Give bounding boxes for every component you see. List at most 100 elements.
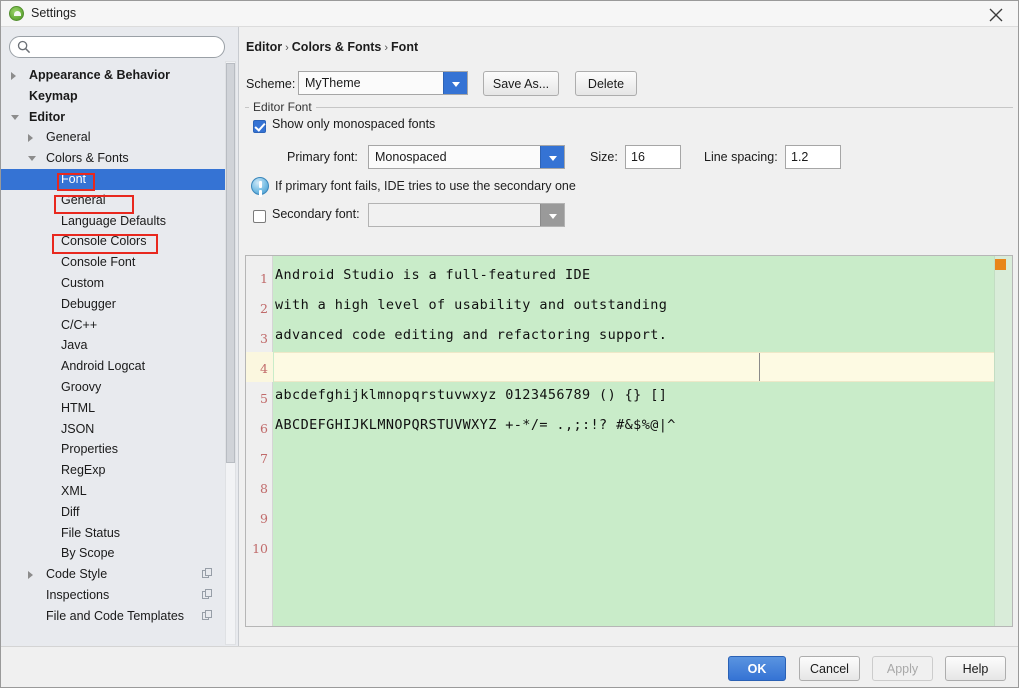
settings-sidebar: Appearance & Behavior Keymap Editor General… (1, 27, 239, 647)
copy-settings-icon[interactable] (202, 568, 213, 579)
line-spacing-value: 1.2 (791, 150, 809, 164)
font-size-field[interactable]: 16 (625, 145, 681, 169)
sidebar-item-label: Keymap (29, 88, 78, 103)
scheme-label: Scheme: (246, 77, 296, 91)
secondary-font-hint: If primary font fails, IDE tries to use … (275, 179, 576, 193)
code-line: Android Studio is a full-featured IDE (274, 262, 1012, 292)
sidebar-item-console-colors[interactable]: Console Colors (1, 231, 225, 252)
info-icon (251, 177, 269, 195)
show-monospaced-checkbox[interactable] (253, 120, 266, 133)
line-number: 8 (260, 481, 268, 496)
copy-settings-icon[interactable] (202, 609, 213, 621)
sidebar-item-console-font[interactable]: Console Font (1, 252, 225, 273)
caret-line-highlight (274, 352, 1012, 382)
chevron-down-icon[interactable] (11, 114, 19, 120)
copy-settings-icon[interactable] (202, 589, 213, 600)
secondary-font-checkbox[interactable] (253, 210, 266, 223)
sidebar-item-inspections[interactable]: Inspections (1, 585, 225, 606)
apply-button: Apply (872, 656, 933, 681)
size-label: Size: (590, 150, 618, 164)
secondary-font-combobox[interactable] (368, 203, 565, 227)
search-box[interactable] (9, 36, 225, 58)
line-number: 7 (260, 451, 268, 466)
search-input[interactable] (9, 36, 225, 58)
sidebar-item-custom[interactable]: Custom (1, 273, 225, 294)
scheme-combobox[interactable]: MyTheme (298, 71, 468, 95)
font-preview-pane[interactable]: 1 2 3 4 5 6 7 8 9 10 Android Studio is a full-fea… (245, 255, 1013, 627)
sidebar-item-file-status[interactable]: File Status (1, 523, 225, 544)
sidebar-item-font[interactable]: Font (1, 169, 225, 190)
sidebar-item-file-and-code-templates[interactable]: File and Code Templates (1, 606, 225, 627)
sidebar-item-xml[interactable]: XML (1, 481, 225, 502)
line-number: 5 (260, 391, 268, 406)
chevron-right-icon[interactable] (11, 72, 16, 80)
sidebar-item-general[interactable]: General (1, 127, 225, 148)
sidebar-item-label: Console Colors (61, 234, 147, 249)
sidebar-item-label: C/C++ (61, 317, 98, 332)
breadcrumb: Editor › Colors & Fonts › Font (246, 40, 418, 54)
help-button[interactable]: Help (945, 656, 1006, 681)
sidebar-item-language-defaults[interactable]: Language Defaults (1, 211, 225, 232)
android-studio-icon (9, 6, 24, 21)
chevron-right-icon[interactable] (28, 134, 33, 143)
primary-font-combobox[interactable]: Monospaced (368, 145, 565, 169)
sidebar-scrollbar-thumb[interactable] (226, 63, 235, 463)
sidebar-item-debugger[interactable]: Debugger (1, 294, 225, 315)
sidebar-item-label: Console Font (61, 255, 136, 270)
sidebar-item-properties[interactable]: Properties (1, 439, 225, 460)
editor-font-group: Editor Font Show only monospaced fonts P… (245, 100, 1013, 240)
sidebar-item-label: Java (61, 338, 88, 353)
sidebar-item-label: Colors & Fonts (46, 151, 129, 166)
sidebar-item-appearance-behavior[interactable]: Appearance & Behavior (1, 65, 225, 86)
close-button[interactable] (974, 1, 1018, 26)
sidebar-item-colors-fonts[interactable]: Colors & Fonts (1, 148, 225, 169)
error-stripe-track[interactable] (994, 256, 1012, 626)
sidebar-item-groovy[interactable]: Groovy (1, 377, 225, 398)
sidebar-item-label: Editor (29, 109, 66, 124)
chevron-down-icon[interactable] (28, 156, 36, 162)
code-line: abcdefghijklmnopqrstuvwxyz 0123456789 ()… (274, 382, 1012, 412)
sidebar-item-json[interactable]: JSON (1, 419, 225, 440)
save-as-button[interactable]: Save As... (483, 71, 559, 96)
chevron-down-icon[interactable] (540, 146, 564, 168)
sidebar-item-label: Custom (61, 276, 105, 290)
font-size-value: 16 (631, 150, 645, 164)
sidebar-item-keymap[interactable]: Keymap (1, 86, 225, 107)
breadcrumb-item: Font (391, 40, 419, 54)
sidebar-item-diff[interactable]: Diff (1, 502, 225, 523)
line-spacing-field[interactable]: 1.2 (785, 145, 841, 169)
sidebar-item-code-style[interactable]: Code Style (1, 564, 225, 585)
delete-button[interactable]: Delete (575, 71, 637, 96)
window-title: Settings (31, 6, 77, 20)
main-panel: Editor › Colors & Fonts › Font Scheme: MyThe… (240, 27, 1018, 647)
sidebar-item-label: General (46, 130, 91, 145)
line-number: 3 (260, 331, 268, 346)
ok-button[interactable]: OK (728, 656, 786, 681)
line-number: 10 (252, 541, 268, 556)
sidebar-item-general[interactable]: General (1, 190, 225, 211)
sidebar-item-label: Diff (61, 504, 80, 519)
code-line-text: ABCDEFGHIJKLMNOPQRSTUVWXYZ +-*/= .,;:!? … (275, 417, 676, 433)
breadcrumb-item[interactable]: Colors & Fonts (292, 40, 382, 54)
chevron-down-icon[interactable] (443, 72, 467, 94)
error-stripe-marker[interactable] (995, 259, 1006, 270)
sidebar-item-by-scope[interactable]: By Scope (1, 543, 225, 564)
sidebar-item-label: Code Style (46, 567, 108, 582)
sidebar-item-label: Font (61, 172, 87, 186)
sidebar-item-label: File and Code Templates (46, 608, 185, 623)
sidebar-item-java[interactable]: Java (1, 335, 225, 356)
sidebar-item-html[interactable]: HTML (1, 398, 225, 419)
chevron-right-icon[interactable] (28, 571, 33, 580)
code-line-text: advanced code editing and refactoring su… (275, 327, 668, 343)
code-line: ABCDEFGHIJKLMNOPQRSTUVWXYZ +-*/= .,;:!? … (274, 412, 1012, 442)
sidebar-item-editor[interactable]: Editor (1, 107, 225, 128)
sidebar-item-regexp[interactable]: RegExp (1, 460, 225, 481)
sidebar-item-c-c[interactable]: C/C++ (1, 315, 225, 336)
sidebar-item-android-logcat[interactable]: Android Logcat (1, 356, 225, 377)
sidebar-item-label: Language Defaults (61, 213, 166, 228)
title-bar: Settings (1, 1, 1018, 27)
code-line-text: abcdefghijklmnopqrstuvwxyz 0123456789 ()… (275, 387, 668, 403)
cancel-button[interactable]: Cancel (799, 656, 860, 681)
sidebar-item-label: Debugger (61, 296, 116, 311)
breadcrumb-item[interactable]: Editor (246, 40, 282, 54)
